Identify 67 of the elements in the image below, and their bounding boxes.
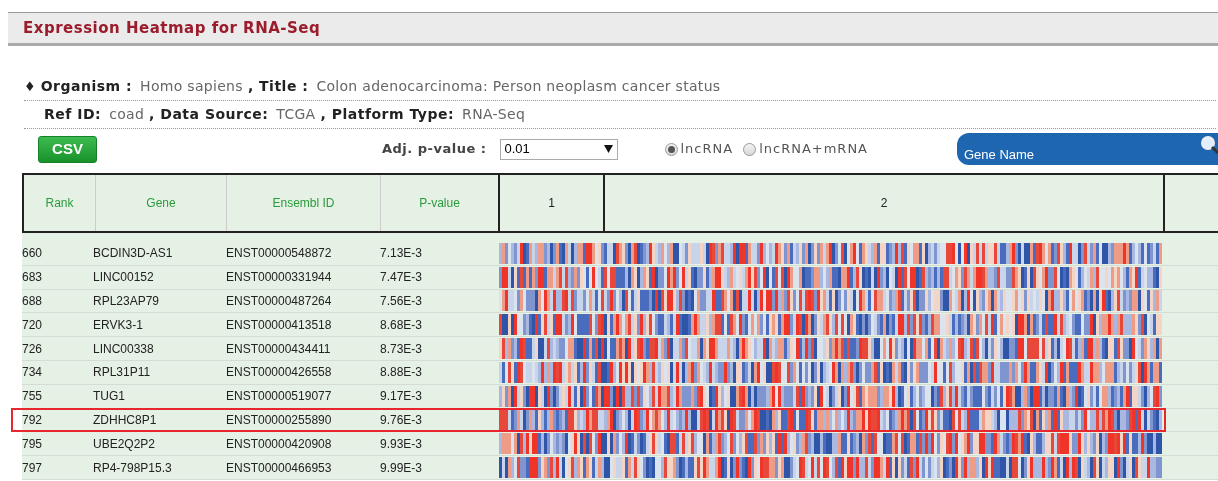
table-cell-text: 7.47E-3 (379, 269, 424, 287)
column-header: 2 (603, 175, 1163, 231)
table-cell-text: ENST00000487264 (225, 293, 333, 310)
table-cell-text: ENST00000420908 (225, 435, 333, 453)
table-cell-text: 683 (22, 269, 44, 287)
table-cell-text: 688 (22, 293, 44, 310)
field-value: coad (109, 105, 145, 124)
table-cell-text: 734 (22, 364, 44, 382)
radio-option[interactable]: lncRNA+mRNA (743, 139, 868, 159)
table-cell-text: ENST00000519077 (225, 388, 333, 406)
table-cell-text: 9.76E-3 (379, 411, 424, 429)
column-header: Gene (95, 175, 226, 231)
table-cell-text: BCDIN3D-AS1 (93, 245, 174, 263)
table-cell-text: 7.56E-3 (379, 293, 424, 310)
table-cell-text: LINC00152 (93, 269, 155, 287)
table-cell-text: 7.13E-3 (379, 245, 424, 263)
page-title: Expression Heatmap for RNA-Seq (23, 17, 321, 39)
pvalue-label: Adj. p-value : (382, 140, 487, 159)
table-cell-text: 9.17E-3 (379, 388, 424, 406)
bullet-icon: ♦ (24, 76, 36, 97)
column-header: 1 (498, 175, 603, 231)
table-cell-text: ENST00000331944 (225, 269, 333, 287)
table-cell-text: LINC00338 (93, 340, 155, 358)
radio-button[interactable] (743, 142, 757, 156)
table-cell-text: ENST00000413518 (225, 316, 333, 334)
table-cell-text: ENST00000548872 (225, 245, 333, 263)
column-header: Rank (44, 195, 75, 212)
table-cell-text: ENST00000466953 (225, 459, 333, 477)
column-header: P-value (380, 175, 498, 231)
table-cell-text: RPL23AP79 (93, 293, 161, 310)
table-cell-text: 797 (22, 459, 44, 477)
radio-option[interactable]: lncRNA (664, 139, 734, 159)
field-label: , Platform Type: (320, 105, 455, 124)
table-cell-text: ERVK3-1 (93, 316, 144, 334)
table-cell-text: 795 (22, 435, 44, 453)
table-cell-text: 9.99E-3 (379, 459, 424, 477)
table-cell-text: 9.93E-3 (379, 435, 424, 453)
table-cell-text: TUG1 (93, 388, 126, 406)
caret-icon (603, 145, 613, 153)
table-cell-text: 8.88E-3 (379, 364, 424, 382)
field-value: RNA-Seq (462, 105, 526, 124)
table-cell-text: RPL31P11 (93, 364, 152, 382)
field-label: , Title : (247, 77, 309, 96)
table-cell-text: ENST00000434411 (225, 340, 332, 358)
table-cell-text: ENST00000426558 (225, 364, 333, 382)
radio-button[interactable] (664, 142, 678, 156)
search-field[interactable]: Gene Name (957, 133, 1218, 165)
field-value: Colon adenocarcinoma: Person neoplasm cancer status (316, 77, 721, 96)
table-cell-text: UBE2Q2P2 (93, 435, 157, 453)
field-label: , Data Source: (149, 105, 269, 124)
table-cell-text: ENST00000255890 (225, 411, 333, 429)
column-header: Ensembl ID (226, 175, 380, 231)
table-cell-text: 792 (22, 411, 44, 429)
table-cell-text: ZDHHC8P1 (93, 411, 158, 429)
field-label: Ref ID: (44, 105, 102, 124)
table-cell-text: 8.68E-3 (379, 316, 424, 334)
table-cell-text: RP4-798P15.3 (93, 459, 173, 477)
table-cell-text: 726 (22, 340, 44, 358)
search-icon[interactable] (1200, 135, 1218, 155)
field-label: Organism : (40, 77, 133, 96)
field-value: Homo sapiens (140, 77, 243, 96)
table-cell-text: 720 (22, 316, 44, 334)
table-cell-text: 8.73E-3 (379, 340, 424, 358)
pvalue-select[interactable]: 0.01 (499, 138, 618, 160)
table-cell-text: 660 (22, 245, 44, 263)
field-value: TCGA (276, 105, 316, 124)
table-cell-text: 755 (22, 388, 44, 406)
